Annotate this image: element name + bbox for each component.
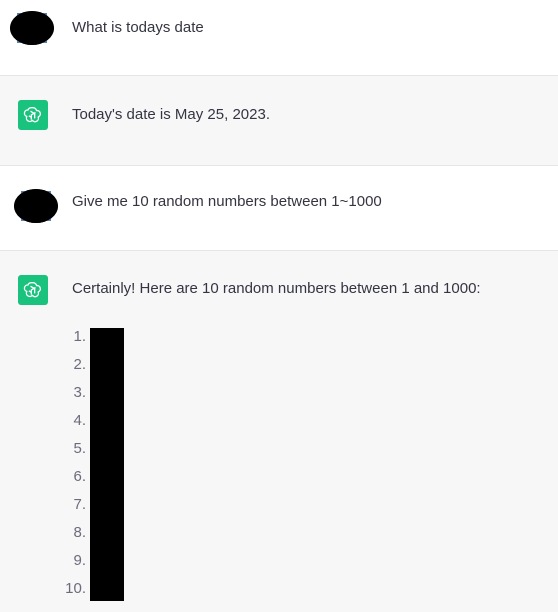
list-marker: 2. — [73, 356, 86, 373]
numbered-list: 1. 2. 3. 4. 5. 6. 7. 8. 9. 10. — [60, 327, 86, 607]
redacted-numbers — [90, 328, 124, 601]
message-text: Today's date is May 25, 2023. — [72, 106, 270, 123]
message-text: Certainly! Here are 10 random numbers be… — [72, 280, 481, 297]
message-text: What is todays date — [72, 19, 204, 36]
list-marker: 8. — [73, 524, 86, 541]
openai-logo-icon — [18, 275, 48, 305]
avatar-redaction — [10, 11, 54, 45]
list-marker: 3. — [73, 384, 86, 401]
list-marker: 5. — [73, 440, 86, 457]
user-avatar — [14, 189, 58, 223]
assistant-message: Certainly! Here are 10 random numbers be… — [0, 251, 558, 612]
message-text: Give me 10 random numbers between 1~1000 — [72, 193, 382, 210]
list-marker: 1. — [73, 328, 86, 345]
conversation-thread: What is todays date Today's date is May … — [0, 0, 558, 612]
list-marker: 9. — [73, 552, 86, 569]
assistant-message: Today's date is May 25, 2023. — [0, 76, 558, 166]
list-marker: 10. — [65, 580, 86, 597]
user-message: What is todays date — [0, 0, 558, 76]
avatar-redaction — [14, 189, 58, 223]
list-marker: 6. — [73, 468, 86, 485]
openai-logo-icon — [18, 100, 48, 130]
user-avatar — [10, 11, 54, 45]
list-marker: 7. — [73, 496, 86, 513]
user-message: Give me 10 random numbers between 1~1000 — [0, 166, 558, 251]
list-marker: 4. — [73, 412, 86, 429]
